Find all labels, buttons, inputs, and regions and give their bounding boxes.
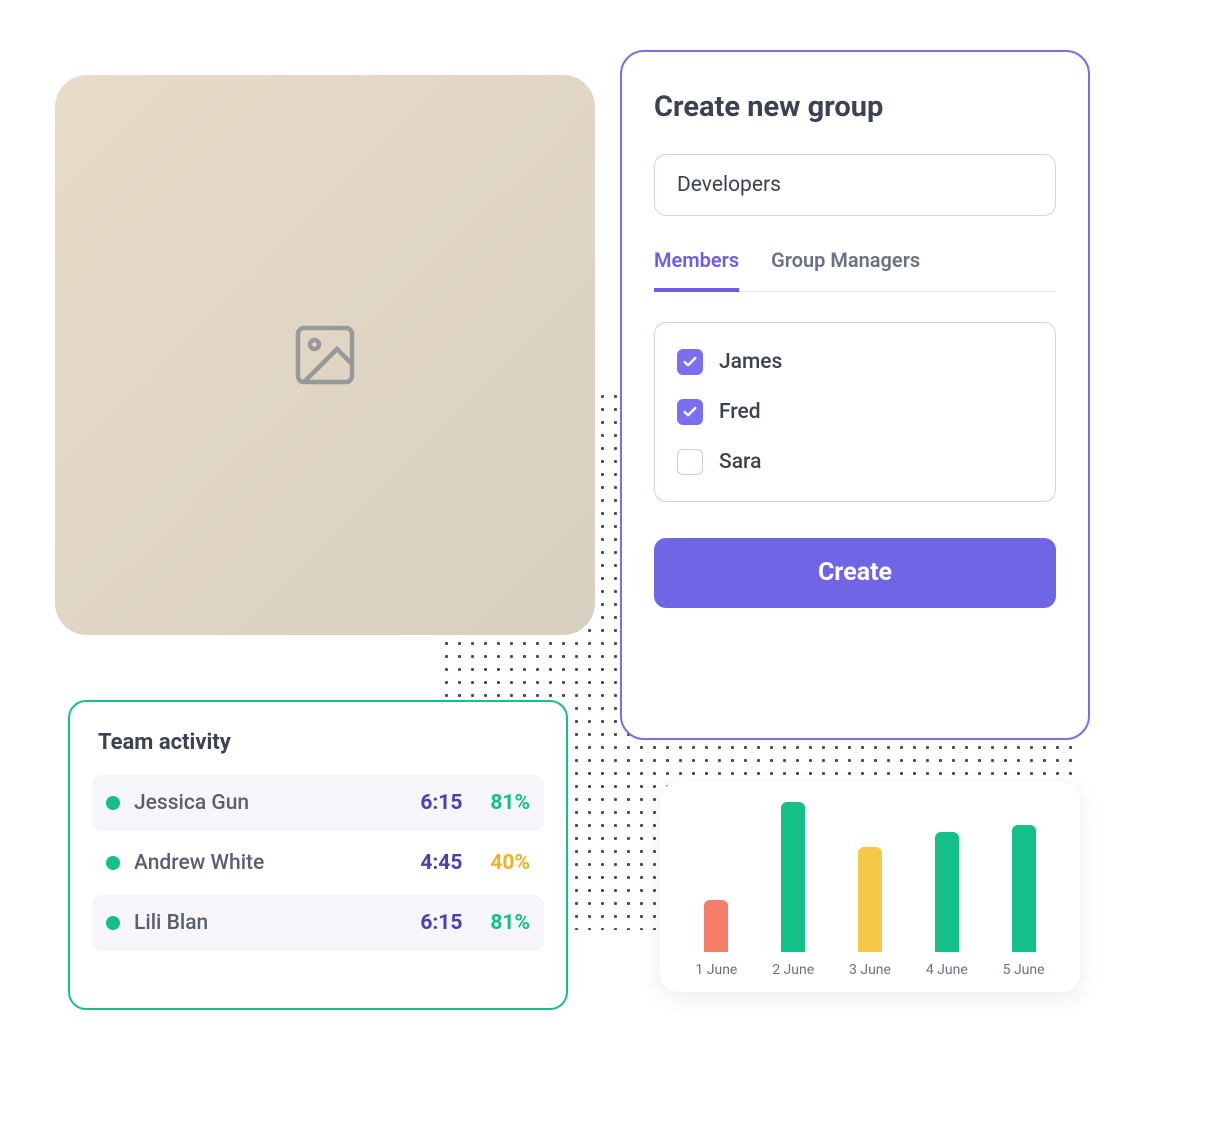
chart-bar [1012, 825, 1036, 953]
create-group-card: Create new group Members Group Managers J… [620, 50, 1090, 740]
status-dot-icon [106, 796, 120, 810]
member-name-label: James [719, 350, 782, 374]
chart-bar [781, 802, 805, 952]
chart-bar [704, 900, 728, 953]
member-row: James [677, 343, 1033, 381]
activity-row: Jessica Gun 6:15 81% [92, 775, 544, 831]
hero-photo [55, 75, 595, 635]
check-icon [682, 404, 698, 420]
activity-percent-value: 81% [490, 911, 530, 935]
photo-placeholder [289, 319, 361, 391]
create-button[interactable]: Create [654, 538, 1056, 608]
chart-bar-column: 2 June [759, 802, 828, 978]
chart-bar-column: 5 June [989, 825, 1058, 979]
members-list: James Fred Sara [654, 322, 1056, 502]
activity-name-label: Andrew White [134, 851, 406, 875]
activity-row: Andrew White 4:45 40% [92, 835, 544, 891]
member-name-label: Fred [719, 400, 761, 424]
group-tabs: Members Group Managers [654, 248, 1056, 292]
create-group-title: Create new group [654, 90, 1056, 124]
member-row: Sara [677, 443, 1033, 481]
image-icon [289, 319, 361, 391]
chart-bar-label: 1 June [695, 962, 737, 978]
chart-bar-label: 3 June [849, 962, 891, 978]
member-row: Fred [677, 393, 1033, 431]
activity-percent-value: 40% [490, 851, 530, 875]
status-dot-icon [106, 856, 120, 870]
chart-bar-column: 4 June [912, 832, 981, 978]
activity-name-label: Lili Blan [134, 911, 406, 935]
team-activity-card: Team activity Jessica Gun 6:15 81% Andrew W… [68, 700, 568, 1010]
team-activity-title: Team activity [92, 730, 544, 755]
activity-name-label: Jessica Gun [134, 791, 406, 815]
member-checkbox[interactable] [677, 349, 703, 375]
status-dot-icon [106, 916, 120, 930]
activity-time-value: 6:15 [420, 911, 462, 935]
chart-bar-label: 5 June [1003, 962, 1045, 978]
group-name-input[interactable] [654, 154, 1056, 216]
member-checkbox[interactable] [677, 449, 703, 475]
chart-bar-column: 3 June [836, 847, 905, 978]
activity-time-value: 4:45 [420, 851, 462, 875]
activity-row: Lili Blan 6:15 81% [92, 895, 544, 951]
activity-time-value: 6:15 [420, 791, 462, 815]
chart-bar-label: 2 June [772, 962, 814, 978]
chart-bar [935, 832, 959, 952]
member-name-label: Sara [719, 450, 761, 474]
tab-group-managers[interactable]: Group Managers [771, 248, 920, 292]
activity-percent-value: 81% [490, 791, 530, 815]
bar-chart: 1 June 2 June 3 June 4 June 5 June [682, 800, 1058, 978]
tab-members[interactable]: Members [654, 248, 739, 292]
chart-bar-label: 4 June [926, 962, 968, 978]
check-icon [682, 354, 698, 370]
activity-chart-card: 1 June 2 June 3 June 4 June 5 June [660, 782, 1080, 992]
chart-bar-column: 1 June [682, 900, 751, 979]
member-checkbox[interactable] [677, 399, 703, 425]
chart-bar [858, 847, 882, 952]
